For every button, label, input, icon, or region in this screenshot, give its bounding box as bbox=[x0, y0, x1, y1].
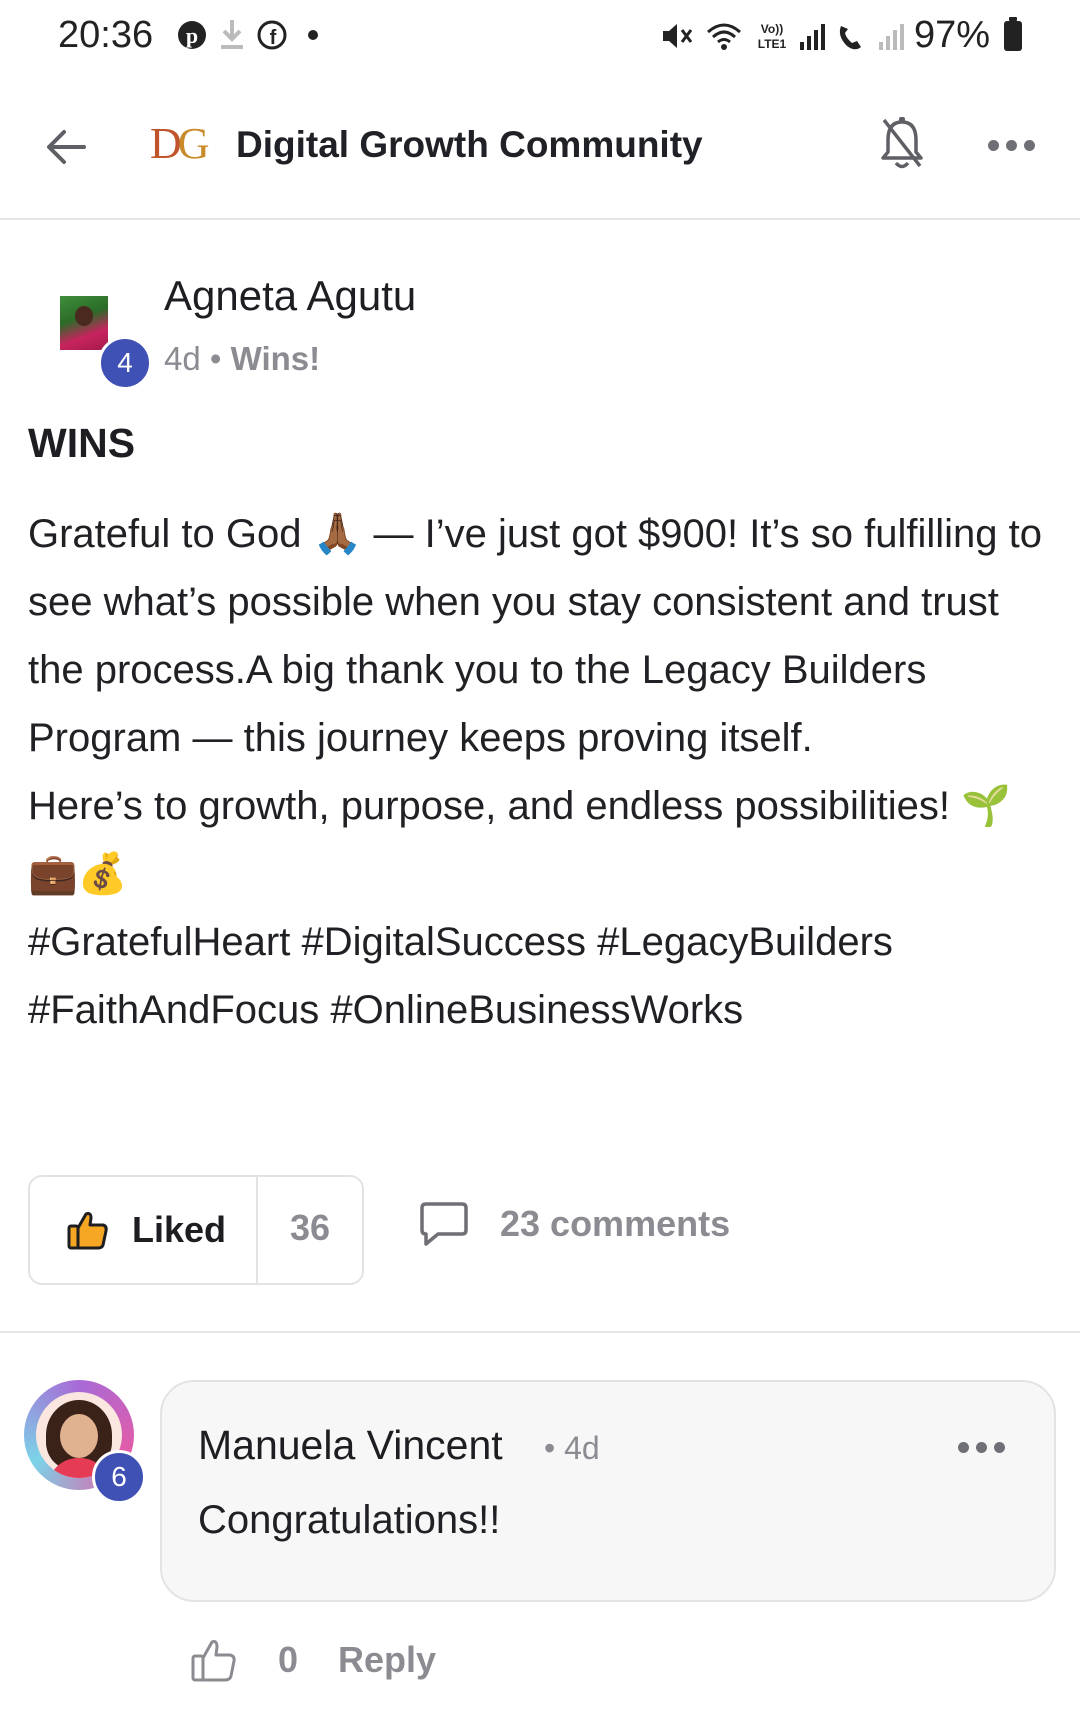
svg-text:p: p bbox=[186, 23, 198, 48]
status-time: 20:36 bbox=[58, 14, 154, 56]
svg-text:Vo)): Vo)) bbox=[761, 22, 783, 36]
download-icon bbox=[221, 20, 243, 49]
status-bar: 20:36 p f Vo)) LTE1 97% bbox=[0, 0, 1080, 78]
thumbs-up-icon bbox=[67, 1212, 108, 1250]
status-system-icons: Vo)) LTE1 97% bbox=[660, 14, 1022, 57]
more-horizontal-icon[interactable] bbox=[988, 140, 1035, 151]
signal-1-icon bbox=[799, 22, 825, 50]
comments-button[interactable]: 23 comments bbox=[418, 1200, 730, 1248]
dot-icon bbox=[308, 30, 318, 40]
comment-bubble-icon bbox=[420, 1202, 468, 1246]
post-author[interactable]: Agneta Agutu bbox=[164, 272, 416, 320]
battery-icon bbox=[1004, 16, 1022, 51]
wifi-calling-icon bbox=[839, 25, 861, 49]
wifi-icon bbox=[706, 23, 741, 50]
like-count[interactable]: 36 bbox=[290, 1207, 330, 1249]
comment-text: Congratulations!! bbox=[198, 1498, 501, 1542]
community-logo[interactable]: DG bbox=[150, 118, 210, 169]
level-badge: 4 bbox=[98, 336, 152, 390]
meta-separator: • bbox=[200, 340, 231, 377]
post-age: 4d bbox=[164, 340, 201, 377]
post-category[interactable]: Wins! bbox=[231, 340, 321, 377]
avatar[interactable] bbox=[60, 296, 108, 350]
post-body: Grateful to God 🙏🏾 — I’ve just got $900!… bbox=[28, 500, 1058, 1044]
pinterest-icon: p bbox=[178, 21, 206, 49]
arrow-left-icon[interactable] bbox=[42, 123, 90, 171]
svg-text:f: f bbox=[270, 27, 277, 49]
thumbs-up-icon[interactable] bbox=[190, 1636, 238, 1684]
app-header: DG Digital Growth Community bbox=[0, 78, 1080, 220]
battery-percent: 97% bbox=[913, 14, 990, 56]
reply-button[interactable]: Reply bbox=[338, 1639, 436, 1681]
more-horizontal-icon[interactable] bbox=[958, 1442, 1005, 1453]
comment-actions: 0 Reply bbox=[190, 1636, 436, 1684]
post-paragraph: Here’s to growth, purpose, and endless p… bbox=[28, 784, 1011, 896]
bell-off-icon[interactable] bbox=[878, 114, 926, 174]
comment-time: • 4d bbox=[544, 1430, 600, 1466]
facebook-icon: f bbox=[257, 20, 287, 50]
signal-2-icon bbox=[878, 22, 904, 50]
comment-bubble: Manuela Vincent • 4d Congratulations!! bbox=[160, 1380, 1056, 1602]
mute-icon bbox=[662, 23, 693, 48]
volte-icon: Vo))LTE1 bbox=[758, 22, 787, 51]
comment-like-count: 0 bbox=[278, 1639, 299, 1680]
post-hashtags[interactable]: #GratefulHeart #DigitalSuccess #LegacyBu… bbox=[28, 908, 1058, 1044]
liked-label: Liked bbox=[132, 1209, 227, 1250]
post-meta: 4d • Wins! bbox=[164, 340, 320, 378]
post-paragraph: Grateful to God 🙏🏾 — I’ve just got $900!… bbox=[28, 512, 1043, 760]
comments-label: 23 comments bbox=[500, 1203, 731, 1244]
like-divider bbox=[256, 1177, 258, 1283]
svg-text:LTE1: LTE1 bbox=[758, 37, 787, 51]
level-badge: 6 bbox=[92, 1450, 146, 1504]
comment-author[interactable]: Manuela Vincent bbox=[198, 1422, 503, 1469]
liked-button[interactable]: Liked bbox=[30, 1177, 256, 1283]
community-title[interactable]: Digital Growth Community bbox=[236, 124, 703, 166]
like-control: Liked 36 bbox=[28, 1175, 364, 1285]
divider bbox=[0, 1331, 1080, 1333]
post-title: WINS bbox=[28, 420, 136, 466]
status-notification-icons: p f bbox=[176, 18, 318, 52]
